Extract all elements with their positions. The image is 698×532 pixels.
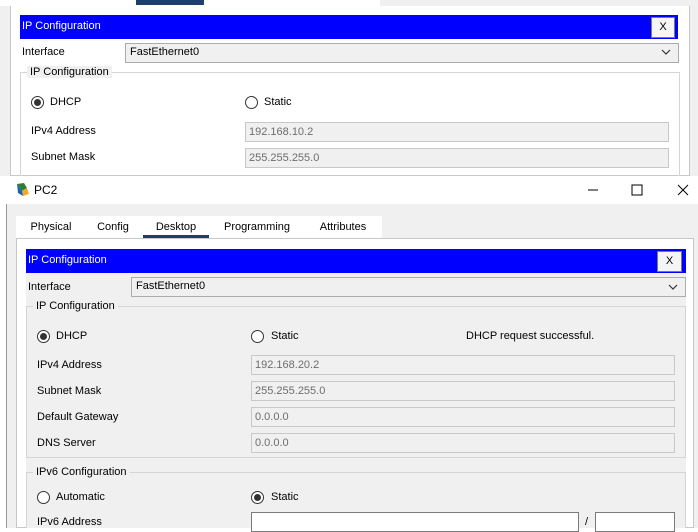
background-subnet-mask-field[interactable]: 255.255.255.0 — [245, 148, 669, 168]
static-radio[interactable] — [251, 330, 264, 343]
ipv6-static-radio[interactable] — [251, 491, 264, 504]
interface-label: Interface — [28, 281, 71, 293]
tab-programming[interactable]: Programming — [212, 216, 302, 238]
background-ipv4-field[interactable]: 192.168.10.2 — [245, 122, 669, 142]
dhcp-status-message: DHCP request successful. — [466, 330, 595, 342]
chevron-down-icon[interactable] — [660, 46, 672, 58]
ip-config-title: IP Configuration — [28, 254, 107, 266]
ipv6-address-label: IPv6 Address — [37, 516, 102, 528]
ipv4-label: IPv4 Address — [37, 359, 102, 371]
background-ip-group-legend: IP Configuration — [27, 66, 112, 78]
background-dhcp-radio[interactable] — [31, 96, 44, 109]
ipv6-prefix-field[interactable] — [595, 512, 675, 532]
subnet-mask-label: Subnet Mask — [37, 385, 102, 397]
window-title: PC2 — [34, 183, 58, 197]
tab-physical[interactable]: Physical — [18, 216, 84, 238]
maximize-icon[interactable] — [622, 180, 652, 200]
subnet-mask-field[interactable]: 255.255.255.0 — [251, 381, 675, 401]
background-static-label: Static — [264, 96, 292, 108]
background-dhcp-label: DHCP — [50, 96, 82, 108]
ipv6-static-label: Static — [271, 491, 299, 503]
chevron-down-icon[interactable] — [667, 281, 679, 293]
ipv6-automatic-radio[interactable] — [37, 491, 50, 504]
close-icon[interactable] — [668, 180, 698, 200]
tab-config[interactable]: Config — [86, 216, 140, 238]
tab-attributes[interactable]: Attributes — [305, 216, 381, 238]
background-subnet-mask-label: Subnet Mask — [31, 151, 96, 163]
dns-server-field[interactable]: 0.0.0.0 — [251, 433, 675, 453]
background-ip-config-title: IP Configuration — [22, 20, 101, 32]
ipv6-automatic-label: Automatic — [56, 491, 105, 503]
dhcp-label: DHCP — [56, 330, 88, 342]
ipv6-prefix-separator: / — [585, 516, 589, 528]
background-ip-config-titlebar: IP Configuration — [20, 15, 678, 39]
ipv4-field[interactable]: 192.168.20.2 — [251, 355, 675, 375]
minimize-icon[interactable] — [578, 180, 608, 200]
packet-tracer-app-icon — [17, 183, 29, 196]
background-static-radio[interactable] — [245, 96, 258, 109]
background-interface-select[interactable]: FastEthernet0 — [125, 43, 679, 63]
background-interface-label: Interface — [22, 46, 65, 58]
background-active-tab-indicator — [136, 0, 204, 5]
ip-config-group-legend: IP Configuration — [33, 300, 118, 312]
dns-server-label: DNS Server — [37, 437, 96, 449]
ipv6-config-legend: IPv6 Configuration — [33, 466, 130, 478]
ip-config-close-button[interactable]: X — [657, 251, 682, 272]
dhcp-radio[interactable] — [37, 330, 50, 343]
ip-config-titlebar: IP Configuration — [26, 249, 686, 273]
background-ipv4-label: IPv4 Address — [31, 125, 96, 137]
background-close-button[interactable]: X — [651, 17, 675, 38]
ipv6-address-field[interactable] — [251, 512, 579, 532]
default-gateway-label: Default Gateway — [37, 411, 119, 423]
static-label: Static — [271, 330, 299, 342]
interface-select[interactable]: FastEthernet0 — [131, 277, 686, 297]
default-gateway-field[interactable]: 0.0.0.0 — [251, 407, 675, 427]
